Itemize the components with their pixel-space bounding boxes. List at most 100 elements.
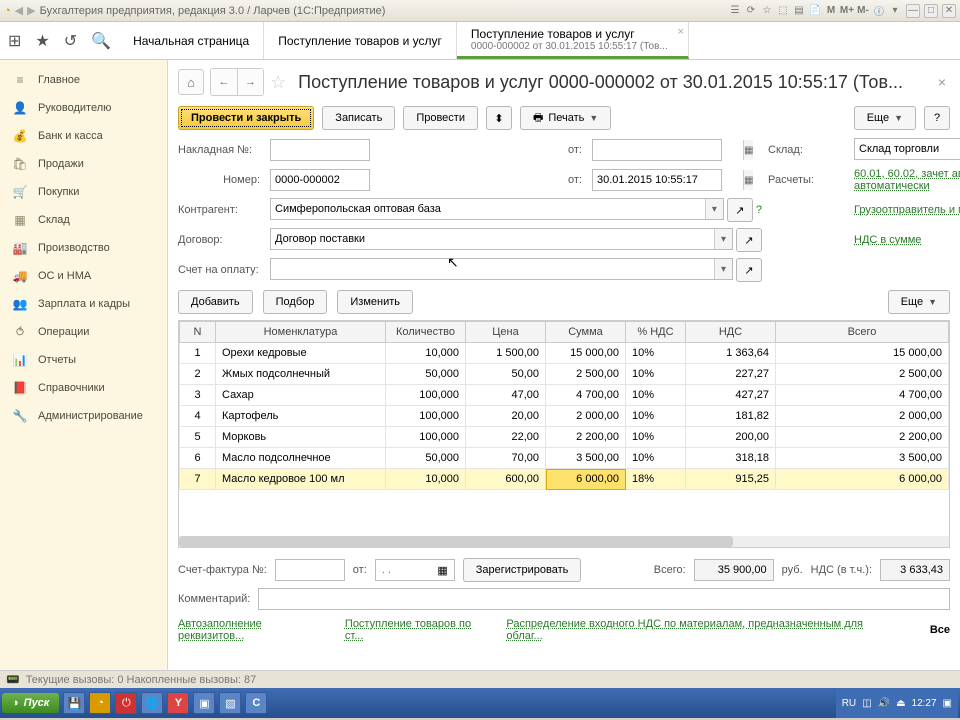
consign-link[interactable]: Грузоотправитель и грузополучатель [854, 204, 960, 216]
calendar-icon[interactable]: ▦ [437, 564, 447, 577]
tb-icon[interactable]: M- [856, 4, 870, 18]
task-button[interactable]: 🌐 [141, 692, 163, 714]
vat-link[interactable]: НДС в сумме [854, 234, 960, 246]
table-more-button[interactable]: Еще▼ [888, 290, 950, 314]
home-button[interactable]: ⌂ [178, 69, 204, 95]
window-close[interactable]: ✕ [942, 4, 956, 18]
tb-icon[interactable]: ⓘ [872, 4, 886, 18]
task-button[interactable]: C [245, 692, 267, 714]
open-ref-button[interactable]: ↗ [727, 198, 753, 222]
sidebar-item[interactable]: ▦Склад [0, 206, 167, 234]
sidebar-item[interactable]: 👥Зарплата и кадры [0, 290, 167, 318]
task-button[interactable]: Y [167, 692, 189, 714]
sidebar-item[interactable]: ≡Главное [0, 66, 167, 94]
table-row[interactable]: 1Орехи кедровые10,0001 500,0015 000,0010… [180, 343, 949, 364]
sidebar-item[interactable]: 🏭Производство [0, 234, 167, 262]
settle-link[interactable]: 60.01, 60.02, зачет аванса автоматически [854, 168, 960, 192]
sidebar-item[interactable]: 🛍Продажи [0, 150, 167, 178]
col-price[interactable]: Цена [466, 322, 546, 343]
col-qty[interactable]: Количество [386, 322, 466, 343]
search-icon[interactable]: 🔍 [91, 31, 111, 51]
table-row[interactable]: 6Масло подсолнечное50,00070,003 500,0010… [180, 448, 949, 469]
sidebar-item[interactable]: 📕Справочники [0, 374, 167, 402]
tray-icon[interactable]: ▣ [943, 698, 952, 709]
open-ref-button[interactable]: ↗ [736, 258, 762, 282]
col-n[interactable]: N [180, 322, 216, 343]
calendar-icon[interactable]: ▦ [743, 140, 753, 160]
start-button[interactable]: ◑ Пуск [2, 693, 59, 713]
receipt-by-rate-link[interactable]: Поступление товаров по ст... [345, 618, 492, 642]
tab-doclist[interactable]: Поступление товаров и услуг [264, 22, 457, 59]
col-total[interactable]: Всего [776, 322, 949, 343]
task-button[interactable]: ▧ [219, 692, 241, 714]
table-row[interactable]: 7Масло кедровое 100 мл10,000600,006 000,… [180, 469, 949, 490]
invoice-number-input[interactable] [270, 139, 370, 161]
sidebar-item[interactable]: 📊Отчеты [0, 346, 167, 374]
dropdown-icon[interactable]: ▾ [714, 229, 732, 249]
nav-fwd-icon[interactable]: ▶ [27, 4, 35, 17]
window-minimize[interactable]: — [906, 4, 920, 18]
post-button[interactable]: Провести [403, 106, 478, 130]
help-button[interactable]: ? [924, 106, 950, 130]
invoice-date-input[interactable]: ▦ [592, 139, 722, 161]
col-vatp[interactable]: % НДС [626, 322, 686, 343]
register-invoice-button[interactable]: Зарегистрировать [463, 558, 582, 582]
nav-fwd-button[interactable]: → [237, 69, 263, 95]
pick-button[interactable]: Подбор [263, 290, 328, 314]
write-button[interactable]: Записать [322, 106, 395, 130]
add-row-button[interactable]: Добавить [178, 290, 253, 314]
clock[interactable]: 12:27 [912, 698, 937, 709]
help-icon[interactable]: ? [756, 204, 762, 216]
sidebar-item[interactable]: 💰Банк и касса [0, 122, 167, 150]
dropdown-icon[interactable]: ▾ [714, 259, 732, 279]
tb-icon[interactable]: ⟳ [744, 4, 758, 18]
goods-table[interactable]: N Номенклатура Количество Цена Сумма % Н… [178, 320, 950, 548]
task-button[interactable]: ⏻ [115, 692, 137, 714]
sidebar-item[interactable]: 👤Руководителю [0, 94, 167, 122]
nav-back-button[interactable]: ← [211, 69, 237, 95]
print-button[interactable]: 🖶 Печать▼ [520, 106, 611, 130]
bill-input[interactable]: ▾ [270, 258, 733, 280]
table-row[interactable]: 4Картофель100,00020,002 000,0010%181,822… [180, 406, 949, 427]
task-button[interactable]: ▣ [193, 692, 215, 714]
task-button[interactable]: 💾 [63, 692, 85, 714]
sidebar-item[interactable]: 🚚ОС и НМА [0, 262, 167, 290]
contract-input[interactable]: ▾ [270, 228, 733, 250]
favorite-icon[interactable]: ☆ [270, 72, 286, 93]
col-item[interactable]: Номенклатура [216, 322, 386, 343]
col-vat[interactable]: НДС [686, 322, 776, 343]
sidebar-item[interactable]: ⥀Операции [0, 318, 167, 346]
autofill-link[interactable]: Автозаполнение реквизитов... [178, 618, 331, 642]
warehouse-input[interactable]: ▾ [854, 138, 960, 160]
counterparty-input[interactable]: ▾ [270, 198, 724, 220]
history-icon[interactable]: ↺ [64, 31, 77, 51]
nav-back-icon[interactable]: ◀ [15, 4, 23, 17]
apps-icon[interactable]: ⊞ [8, 31, 21, 51]
sidebar-item[interactable]: 🔧Администрирование [0, 402, 167, 430]
tab-close-icon[interactable]: × [677, 26, 683, 38]
tb-icon[interactable]: ⬚ [776, 4, 790, 18]
tb-icon[interactable]: ▾ [888, 4, 902, 18]
more-button[interactable]: Еще▼ [854, 106, 916, 130]
sidebar-item[interactable]: 🛒Покупки [0, 178, 167, 206]
tb-icon[interactable]: ▤ [792, 4, 806, 18]
invoice-fac-number[interactable] [275, 559, 345, 581]
col-sum[interactable]: Сумма [546, 322, 626, 343]
calendar-icon[interactable]: ▦ [743, 170, 753, 190]
horizontal-scrollbar[interactable] [179, 536, 949, 547]
edit-button[interactable]: Изменить [337, 290, 413, 314]
open-ref-button[interactable]: ↗ [736, 228, 762, 252]
tb-icon[interactable]: ☆ [760, 4, 774, 18]
all-links-button[interactable]: Все [930, 624, 950, 636]
dropdown-icon[interactable]: ▾ [705, 199, 723, 219]
tb-icon[interactable]: M+ [840, 4, 854, 18]
tray-icon[interactable]: ⏏ [896, 698, 905, 709]
number-input[interactable] [270, 169, 370, 191]
tb-icon[interactable]: 📄 [808, 4, 822, 18]
comment-input[interactable] [258, 588, 950, 610]
post-and-close-button[interactable]: Провести и закрыть [178, 106, 314, 130]
window-maximize[interactable]: □ [924, 4, 938, 18]
tray-icon[interactable]: ◫ [862, 698, 871, 709]
date-input[interactable]: ▦ [592, 169, 722, 191]
table-row[interactable]: 5Морковь100,00022,002 200,0010%200,002 2… [180, 427, 949, 448]
